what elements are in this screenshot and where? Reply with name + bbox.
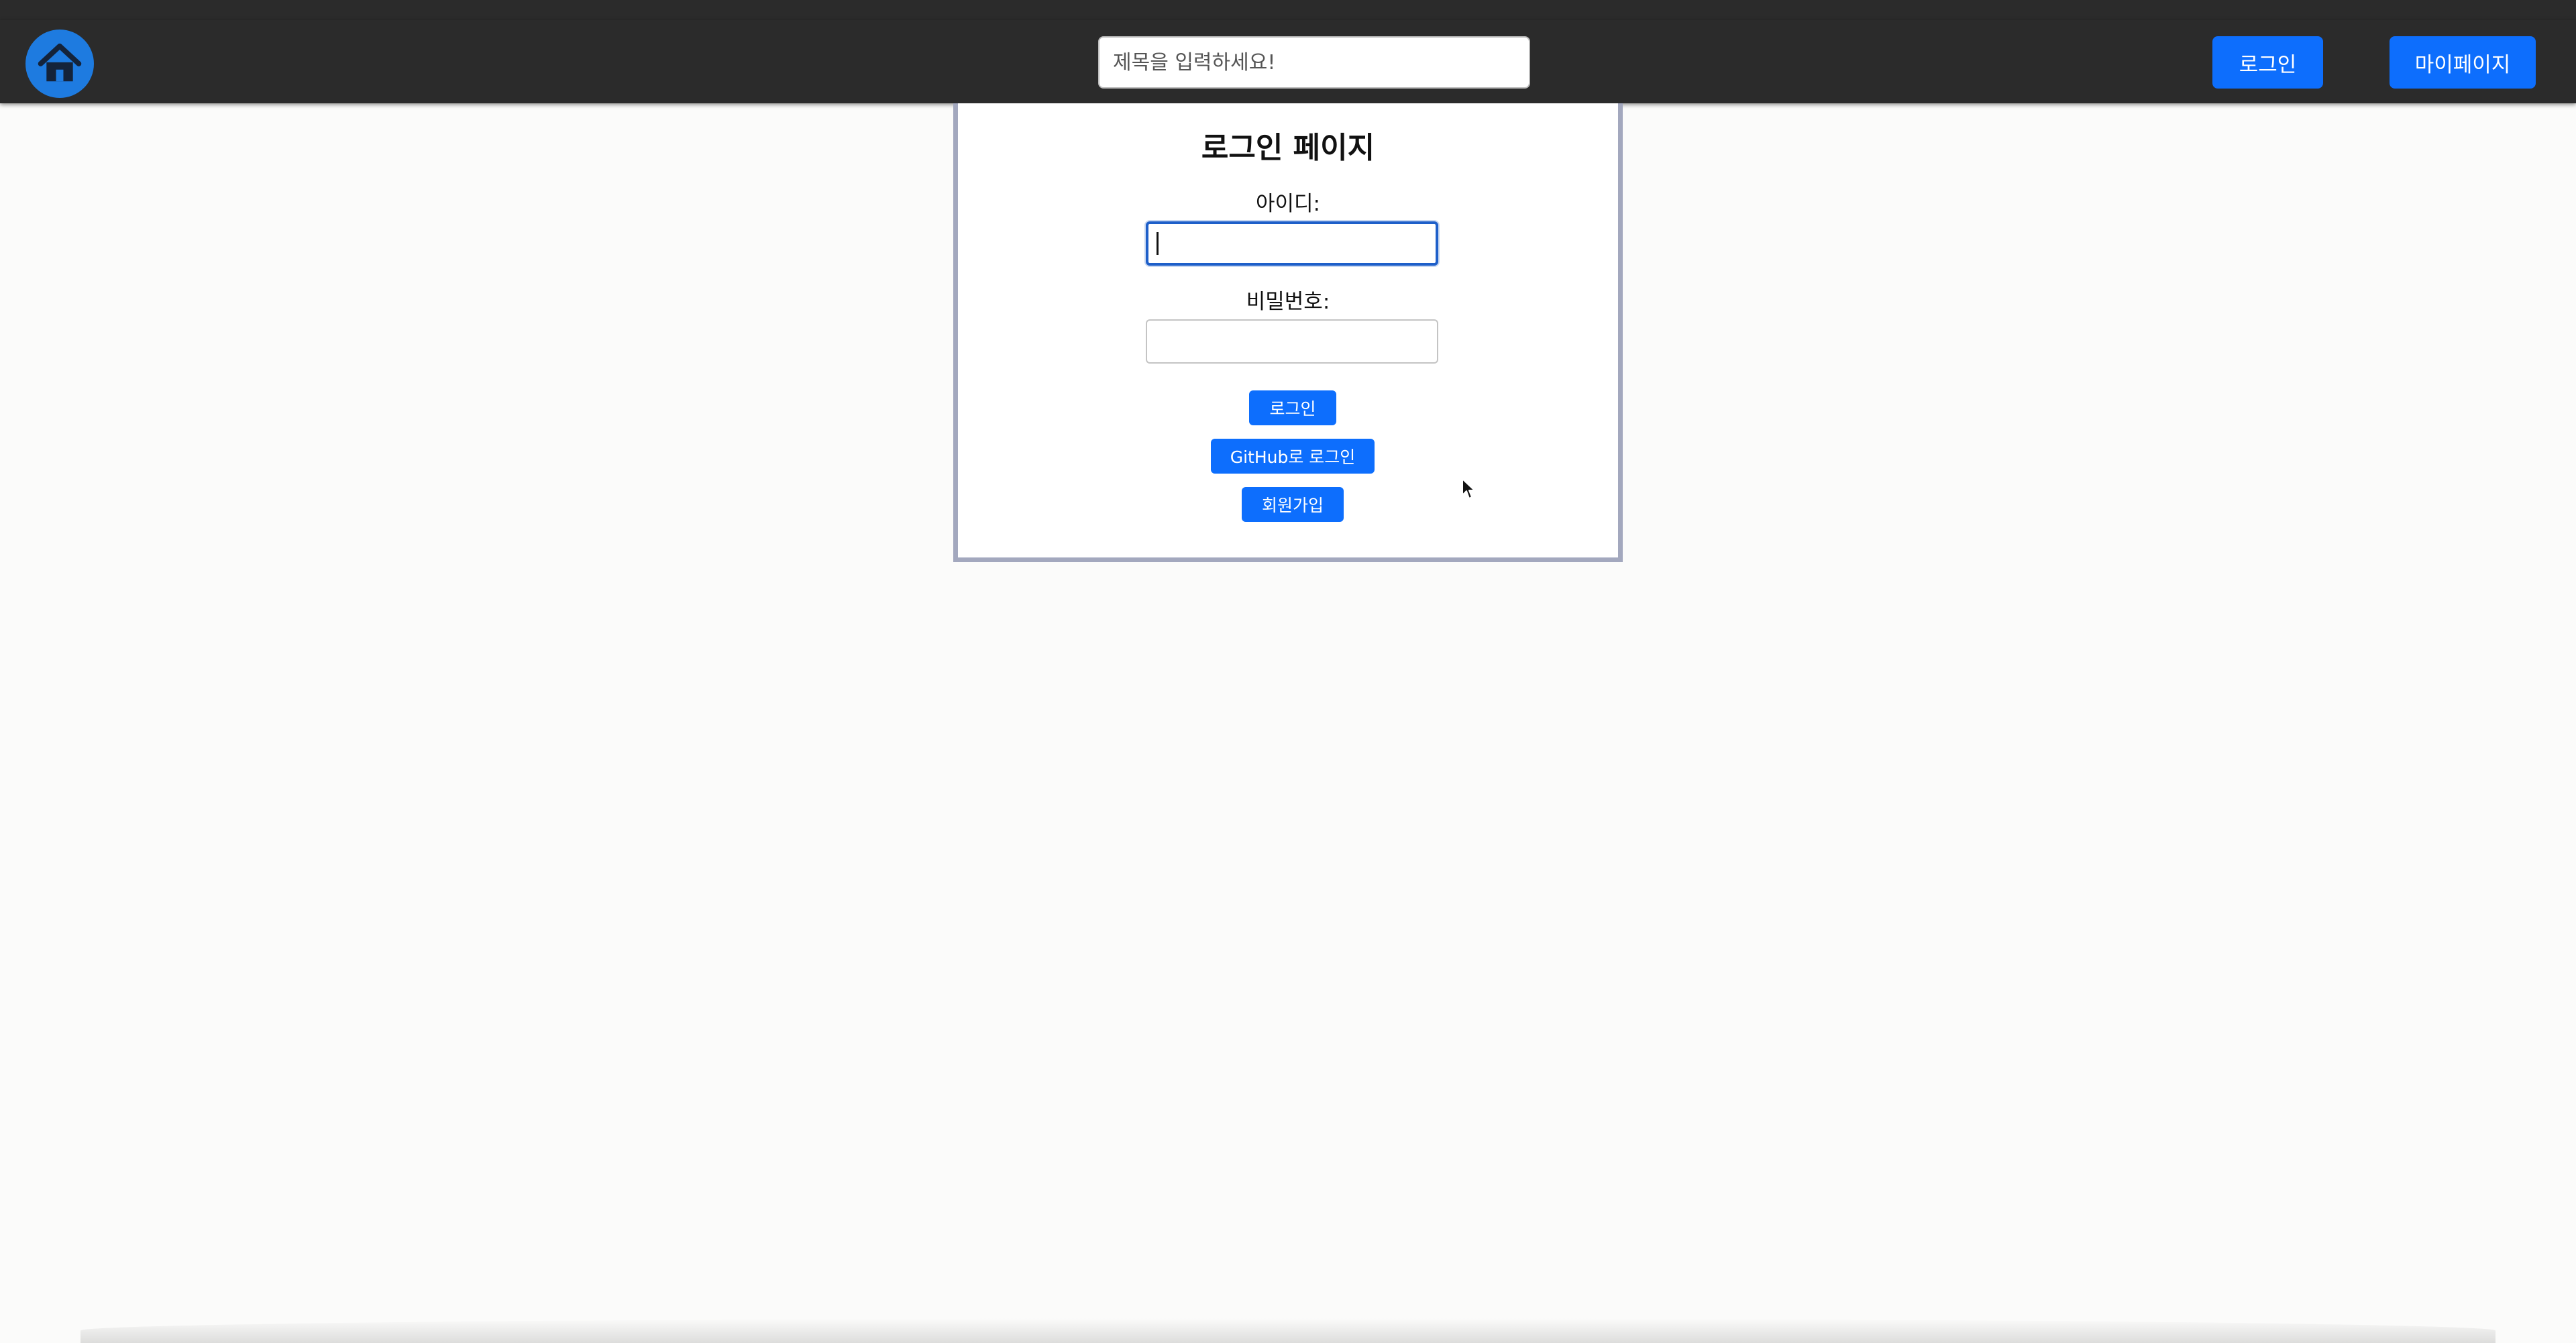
mouse-pointer-icon bbox=[1462, 478, 1475, 499]
nav-login-button[interactable]: 로그인 bbox=[2212, 36, 2323, 89]
home-icon bbox=[38, 43, 82, 82]
mypage-button[interactable]: 마이페이지 bbox=[2390, 36, 2536, 89]
browser-bookmarks-bar bbox=[0, 0, 2576, 20]
github-login-button[interactable]: GitHub로 로그인 bbox=[1211, 439, 1375, 474]
password-input[interactable] bbox=[1146, 319, 1438, 364]
search-input[interactable] bbox=[1098, 36, 1530, 89]
page-title: 로그인 페이지 bbox=[1201, 131, 1375, 165]
top-navbar: 로그인 마이페이지 bbox=[0, 20, 2576, 103]
text-caret bbox=[1157, 232, 1159, 255]
home-button[interactable] bbox=[25, 30, 94, 98]
login-button[interactable]: 로그인 bbox=[1249, 390, 1336, 425]
id-input[interactable] bbox=[1146, 221, 1438, 266]
signup-button[interactable]: 회원가입 bbox=[1242, 487, 1344, 522]
password-label: 비밀번호: bbox=[1246, 290, 1330, 314]
login-card: 로그인 페이지 아이디: 비밀번호: 로그인 GitHub로 로그인 회원가입 bbox=[953, 103, 1623, 562]
id-label: 아이디: bbox=[1255, 192, 1320, 216]
window-bottom-shadow bbox=[80, 1318, 2496, 1343]
